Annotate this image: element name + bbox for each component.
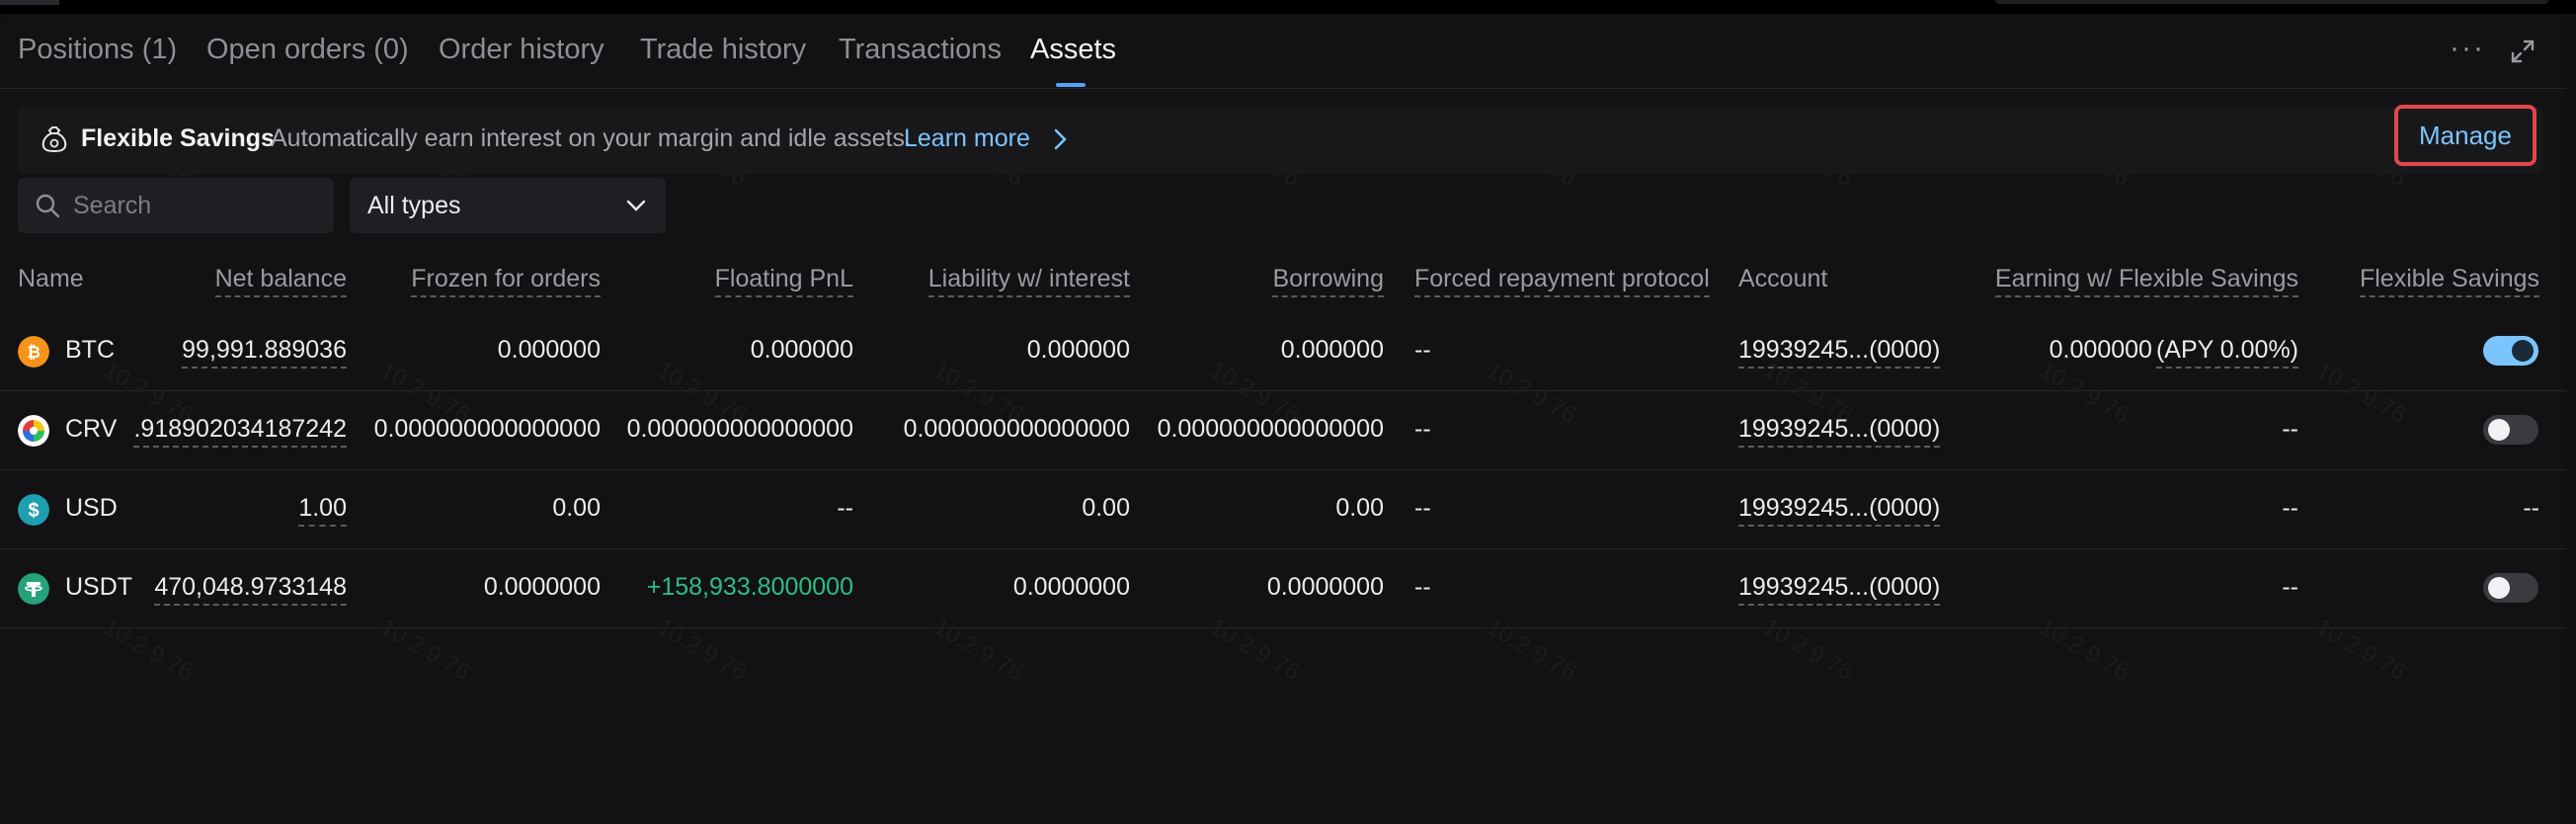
table-row: CRV .918902034187242 0.000000000000000 0… — [0, 391, 2566, 470]
coin-name: USD — [65, 494, 118, 522]
top-strip-edge-right — [1995, 0, 2548, 4]
earning-value: -- — [2282, 494, 2298, 522]
net-balance[interactable]: 99,991.889036 — [182, 336, 347, 369]
frozen-value: 0.000000000000000 — [373, 415, 601, 443]
borrowing-value: 0.00 — [1335, 494, 1384, 522]
table-row: USDT 470,048.9733148 0.0000000 +158,933.… — [0, 549, 2566, 628]
earning-amount: 0.000000 — [2049, 336, 2152, 364]
tab-bar: Positions (1) Open orders (0) Order hist… — [0, 14, 2566, 89]
svg-text:$: $ — [28, 500, 39, 522]
expand-icon[interactable] — [2509, 38, 2536, 65]
coin-name: CRV — [65, 415, 118, 443]
liability-value: 0.000000000000000 — [903, 415, 1130, 443]
forced-repayment-value: -- — [1414, 336, 1431, 364]
liability-value: 0.00 — [1082, 494, 1130, 522]
net-balance[interactable]: 1.00 — [298, 494, 347, 527]
manage-button[interactable]: Manage — [2394, 105, 2536, 166]
frozen-value: 0.000000 — [497, 336, 601, 364]
account-value[interactable]: 19939245...(0000) — [1738, 336, 1941, 369]
crv-coin-icon — [18, 415, 49, 447]
floating-pnl-value: 0.000000 — [750, 336, 853, 364]
header-account: Account — [1738, 265, 1828, 292]
earning-value: -- — [2282, 573, 2298, 601]
more-icon[interactable]: ··· — [2450, 32, 2485, 65]
tab-assets[interactable]: Assets — [1030, 34, 1116, 66]
type-select[interactable]: All types — [350, 178, 666, 233]
header-earning[interactable]: Earning w/ Flexible Savings — [1994, 265, 2298, 297]
coin-name: USDT — [65, 573, 133, 601]
assets-panel: 10.2.9.76 10.2.9.76 10.2.9.76 10.2.9.76 10.2… — [0, 14, 2566, 824]
account-value[interactable]: 19939245...(0000) — [1738, 415, 1941, 448]
floating-pnl-value: 0.000000000000000 — [626, 415, 853, 443]
banner-description: Automatically earn interest on your marg… — [271, 124, 912, 152]
frozen-value: 0.00 — [552, 494, 601, 522]
liability-value: 0.000000 — [1026, 336, 1130, 364]
search-input[interactable] — [73, 190, 320, 221]
btc-coin-icon: ₿ — [18, 336, 49, 368]
search-box[interactable] — [18, 178, 334, 233]
forced-repayment-value: -- — [1414, 494, 1431, 522]
flexible-savings-banner: Flexible Savings Automatically earn inte… — [18, 107, 2542, 174]
active-tab-indicator — [1056, 83, 1086, 87]
search-icon — [36, 194, 60, 218]
header-borrowing[interactable]: Borrowing — [1272, 265, 1384, 297]
tab-order-history[interactable]: Order history — [439, 34, 604, 66]
learn-more-link[interactable]: Learn more — [904, 124, 1030, 153]
header-forced-repayment[interactable]: Forced repayment protocol — [1414, 265, 1710, 297]
header-frozen[interactable]: Frozen for orders — [411, 265, 601, 297]
table-row: $ USD 1.00 0.00 -- 0.00 0.00 -- 19939245… — [0, 470, 2566, 549]
coin-name: BTC — [65, 336, 115, 364]
borrowing-value: 0.000000 — [1280, 336, 1384, 364]
top-strip-edge — [0, 0, 59, 5]
chevron-down-icon — [626, 200, 646, 211]
top-strip — [0, 0, 2576, 14]
flexible-savings-value: -- — [2523, 494, 2539, 522]
borrowing-value: 0.000000000000000 — [1157, 415, 1384, 443]
floating-pnl-value: -- — [837, 494, 853, 522]
header-floating-pnl[interactable]: Floating PnL — [714, 265, 853, 297]
toggle-knob — [2488, 577, 2510, 599]
earning-value: 0.000000 (APY 0.00%) — [2049, 336, 2298, 369]
header-name: Name — [18, 265, 84, 292]
savings-bag-icon — [41, 126, 67, 153]
tab-trade-history[interactable]: Trade history — [640, 34, 806, 66]
tab-transactions[interactable]: Transactions — [839, 34, 1002, 66]
tab-open-orders[interactable]: Open orders (0) — [206, 34, 409, 66]
usdt-coin-icon — [18, 573, 49, 605]
flexible-savings-toggle[interactable] — [2483, 573, 2538, 603]
header-net-balance[interactable]: Net balance — [214, 265, 347, 297]
svg-text:₿: ₿ — [27, 343, 40, 362]
banner-title: Flexible Savings — [81, 124, 275, 152]
table-row: ₿ BTC 99,991.889036 0.000000 0.000000 0.… — [0, 312, 2566, 391]
flexible-savings-toggle[interactable] — [2483, 336, 2538, 366]
type-select-value: All types — [367, 192, 461, 219]
chevron-right-icon[interactable] — [1049, 126, 1071, 152]
account-value[interactable]: 19939245...(0000) — [1738, 573, 1941, 606]
frozen-value: 0.0000000 — [483, 573, 601, 601]
floating-pnl-value: +158,933.8000000 — [646, 573, 853, 601]
net-balance[interactable]: 470,048.9733148 — [154, 573, 347, 606]
borrowing-value: 0.0000000 — [1266, 573, 1384, 601]
forced-repayment-value: -- — [1414, 415, 1431, 443]
header-flexible-savings[interactable]: Flexible Savings — [2359, 265, 2539, 297]
header-liability[interactable]: Liability w/ interest — [927, 265, 1130, 297]
account-value[interactable]: 19939245...(0000) — [1738, 494, 1941, 527]
forced-repayment-value: -- — [1414, 573, 1431, 601]
liability-value: 0.0000000 — [1012, 573, 1130, 601]
usd-coin-icon: $ — [18, 494, 49, 526]
toggle-knob — [2512, 340, 2534, 362]
toggle-knob — [2488, 419, 2510, 441]
flexible-savings-toggle[interactable] — [2483, 415, 2538, 445]
tab-positions[interactable]: Positions (1) — [18, 34, 177, 66]
net-balance[interactable]: .918902034187242 — [133, 415, 347, 448]
earning-apy[interactable]: (APY 0.00%) — [2155, 336, 2298, 369]
earning-value: -- — [2282, 415, 2298, 443]
